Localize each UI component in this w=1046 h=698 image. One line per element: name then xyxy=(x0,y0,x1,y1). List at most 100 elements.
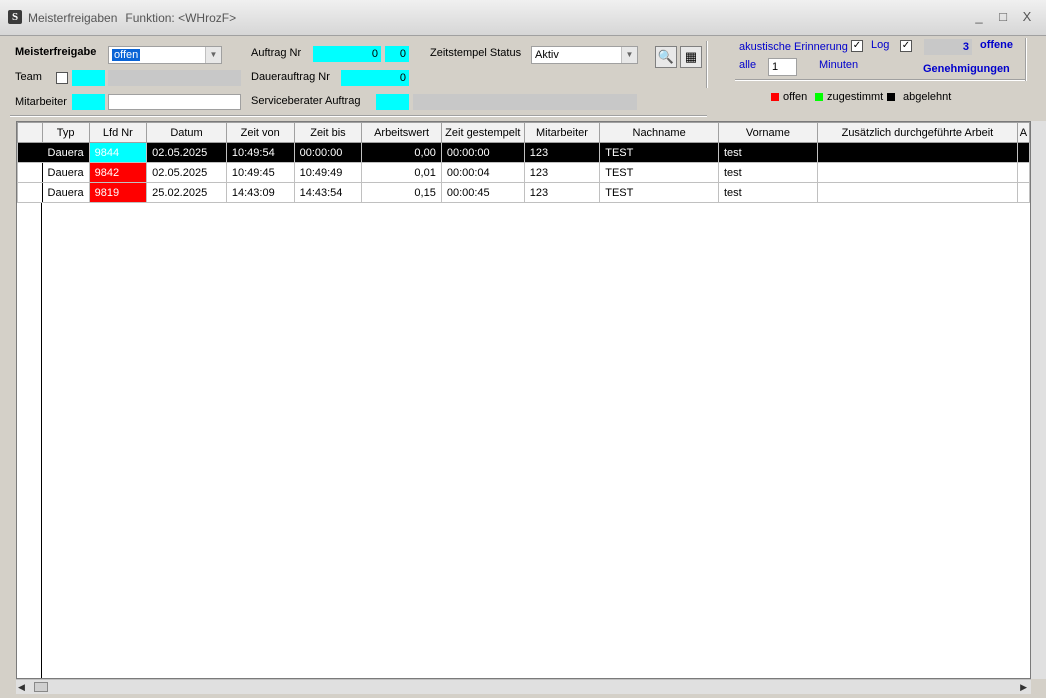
close-button[interactable]: X xyxy=(1018,8,1036,26)
cell-nachname: TEST xyxy=(599,182,719,203)
cell-zeit-gestempelt: 00:00:45 xyxy=(440,182,525,203)
akustische-erinnerung-checkbox[interactable]: ✓ xyxy=(851,40,863,52)
table-row[interactable]: Dauera 9842 02.05.2025 10:49:45 10:49:49… xyxy=(17,162,1030,183)
vertical-scrollbar[interactable] xyxy=(1031,121,1046,679)
zeitstempel-status-label: Zeitstempel Status xyxy=(430,47,522,59)
scroll-thumb[interactable] xyxy=(34,682,48,692)
cell-lfd-nr: 9819 xyxy=(88,182,148,203)
zeitstempel-status-value: Aktiv xyxy=(535,49,559,61)
cell-zeit-von: 14:43:09 xyxy=(225,182,295,203)
cell-lfd-nr: 9842 xyxy=(88,162,148,183)
horizontal-scrollbar[interactable]: ◀ ▶ xyxy=(16,679,1031,694)
cell-zeit-von: 10:49:54 xyxy=(225,142,295,163)
log-label: Log xyxy=(871,39,890,51)
serviceberater-label: Serviceberater Auftrag xyxy=(251,95,361,107)
mitarbeiter-name-field[interactable] xyxy=(108,94,241,110)
column-header-zeit-bis[interactable]: Zeit bis xyxy=(293,122,363,143)
minimize-button[interactable]: _ xyxy=(970,8,988,26)
window-titlebar: S Meisterfreigaben Funktion: <WHrozF> _ □… xyxy=(0,0,1046,36)
cell-arbeitswert: 0,00 xyxy=(361,142,442,163)
dauerauftrag-nr-label: Dauerauftrag Nr xyxy=(251,71,330,83)
cell-zeit-bis: 00:00:00 xyxy=(293,142,363,163)
cell-nachname: TEST xyxy=(599,162,719,183)
team-name-field xyxy=(108,70,241,86)
auftrag-nr-field[interactable]: 0 xyxy=(313,46,381,62)
cell-mitarbeiter: 123 xyxy=(523,142,601,163)
legend-offen-label: offen xyxy=(783,91,808,103)
cell-zeit-bis: 10:49:49 xyxy=(293,162,363,183)
form-bottom-divider xyxy=(10,115,707,117)
function-label: Funktion: <WHrozF> xyxy=(125,11,237,25)
window-title-text: Meisterfreigaben xyxy=(28,11,118,25)
scroll-right-icon[interactable]: ▶ xyxy=(1020,682,1027,693)
table-row[interactable]: Dauera 9819 25.02.2025 14:43:09 14:43:54… xyxy=(17,182,1030,203)
serviceberater-code-field[interactable] xyxy=(376,94,409,110)
row-selector[interactable] xyxy=(17,162,43,183)
meisterfreigabe-select[interactable]: offen ▼ xyxy=(108,46,222,64)
column-header-typ[interactable]: Typ xyxy=(41,122,90,143)
chevron-down-icon[interactable]: ▼ xyxy=(621,47,637,63)
search-button[interactable]: 🔍 xyxy=(655,46,677,68)
cell-zusatzarbeit xyxy=(816,182,1018,203)
approvals-table-body: Typ Lfd Nr Datum Zeit von Zeit bis Arbei… xyxy=(17,122,1030,203)
alle-label: alle xyxy=(739,59,757,71)
column-header-lfd-nr[interactable]: Lfd Nr xyxy=(88,122,148,143)
auftrag-nr-suffix-field[interactable]: 0 xyxy=(385,46,409,62)
column-header-datum[interactable]: Datum xyxy=(146,122,227,143)
calculator-button[interactable]: ▦ xyxy=(680,46,702,68)
cell-a xyxy=(1016,142,1030,163)
cell-typ: Dauera xyxy=(41,182,90,203)
open-approvals-count: 3 xyxy=(924,39,972,55)
akustische-erinnerung-label: akustische Erinnerung xyxy=(739,41,848,53)
cell-mitarbeiter: 123 xyxy=(523,162,601,183)
column-header-a[interactable]: A xyxy=(1016,122,1030,143)
cell-mitarbeiter: 123 xyxy=(523,182,601,203)
reminder-divider xyxy=(735,79,1027,81)
cell-zeit-bis: 14:43:54 xyxy=(293,182,363,203)
cell-datum: 02.05.2025 xyxy=(146,142,227,163)
app-logo-icon: S xyxy=(8,10,22,24)
column-header-nachname[interactable]: Nachname xyxy=(599,122,719,143)
log-checkbox[interactable]: ✓ xyxy=(900,40,912,52)
reminder-right-divider xyxy=(1025,38,1027,81)
cell-nachname: TEST xyxy=(599,142,719,163)
window-title: Meisterfreigaben Funktion: <WHrozF> xyxy=(28,11,236,25)
team-checkbox[interactable] xyxy=(56,72,68,84)
dauerauftrag-nr-field[interactable]: 0 xyxy=(341,70,409,86)
mitarbeiter-code-field[interactable] xyxy=(72,94,105,110)
cell-arbeitswert: 0,01 xyxy=(361,162,442,183)
column-header-zusatzarbeit[interactable]: Zusätzlich durchgeführte Arbeit xyxy=(816,122,1018,143)
column-header-arbeitswert[interactable]: Arbeitswert xyxy=(361,122,442,143)
cell-typ: Dauera xyxy=(41,162,90,183)
legend-zugestimmt-swatch xyxy=(815,93,823,101)
scroll-left-icon[interactable]: ◀ xyxy=(18,682,25,693)
row-selector[interactable] xyxy=(17,182,43,203)
column-header-vorname[interactable]: Vorname xyxy=(717,122,818,143)
meisterfreigabe-label: Meisterfreigabe xyxy=(15,46,97,58)
filter-form: Meisterfreigabe offen ▼ Team Mitarbeiter… xyxy=(0,37,1046,117)
serviceberater-name-field xyxy=(413,94,637,110)
column-header-mitarbeiter[interactable]: Mitarbeiter xyxy=(523,122,601,143)
cell-zeit-gestempelt: 00:00:00 xyxy=(440,142,525,163)
mitarbeiter-label: Mitarbeiter xyxy=(15,96,67,108)
cell-a xyxy=(1016,182,1030,203)
chevron-down-icon[interactable]: ▼ xyxy=(205,47,221,63)
reminder-interval-input[interactable]: 1 xyxy=(768,58,797,76)
row-selector-column xyxy=(17,122,42,678)
calculator-icon: ▦ xyxy=(684,49,698,64)
cell-typ: Dauera xyxy=(41,142,90,163)
row-selector[interactable] xyxy=(17,142,43,163)
cell-zusatzarbeit xyxy=(816,162,1018,183)
cell-vorname: test xyxy=(717,142,818,163)
zeitstempel-status-select[interactable]: Aktiv ▼ xyxy=(531,46,638,64)
offene-label: offene xyxy=(980,39,1013,51)
column-header-selector xyxy=(17,122,43,143)
table-row[interactable]: Dauera 9844 02.05.2025 10:49:54 00:00:00… xyxy=(17,142,1030,163)
team-code-field[interactable] xyxy=(72,70,105,86)
column-header-zeit-von[interactable]: Zeit von xyxy=(225,122,295,143)
meisterfreigabe-selected-value: offen xyxy=(112,49,141,61)
column-header-zeit-gestempelt[interactable]: Zeit gestempelt xyxy=(440,122,525,143)
legend-offen-swatch xyxy=(771,93,779,101)
maximize-button[interactable]: □ xyxy=(994,8,1012,26)
cell-vorname: test xyxy=(717,182,818,203)
